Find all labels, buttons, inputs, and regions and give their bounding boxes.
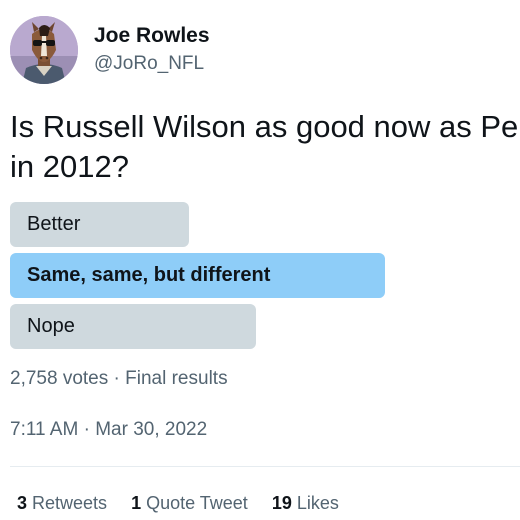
separator-dot: · [113, 368, 120, 389]
horse-character-avatar-icon [10, 16, 78, 84]
poll-option-label: Nope [27, 315, 75, 337]
tweet-timestamp[interactable]: 7:11 AM · Mar 30, 2022 [10, 419, 207, 441]
tweet-card: Joe Rowles @JoRo_NFL Is Russell Wilson a… [0, 0, 520, 520]
divider [10, 466, 520, 467]
timestamp-time: 7:11 AM [10, 419, 79, 440]
poll-option-label: Same, same, but different [27, 264, 271, 286]
quote-tweets-label: Quote Tweet [146, 493, 248, 513]
poll-vote-count: 2,758 votes [10, 368, 109, 389]
poll-option-label: Better [27, 213, 81, 235]
author-avatar[interactable] [10, 16, 78, 84]
engagement-stats: 3 Retweets 1 Quote Tweet 19 Likes [17, 493, 339, 514]
retweets-stat[interactable]: 3 Retweets [17, 493, 107, 514]
author-handle[interactable]: @JoRo_NFL [94, 53, 204, 75]
poll-option-same: Same, same, but different [10, 253, 385, 298]
poll-option-better: Better [10, 202, 189, 247]
poll-results-summary: 2,758 votes · Final results [10, 368, 228, 390]
poll-status: Final results [125, 368, 228, 389]
quote-tweets-stat[interactable]: 1 Quote Tweet [131, 493, 248, 514]
poll-option-nope: Nope [10, 304, 256, 349]
likes-label: Likes [296, 493, 339, 513]
separator-dot: · [83, 419, 90, 440]
author-display-name[interactable]: Joe Rowles [94, 24, 210, 48]
retweets-label: Retweets [32, 493, 108, 513]
likes-count: 19 [271, 493, 292, 513]
tweet-text-line: Is Russell Wilson as good now as Pe [10, 109, 519, 144]
likes-stat[interactable]: 19 Likes [272, 493, 339, 514]
retweets-count: 3 [17, 493, 28, 513]
timestamp-date: Mar 30, 2022 [95, 419, 208, 440]
quote-tweets-count: 1 [131, 493, 142, 513]
tweet-text-line: in 2012? [10, 149, 129, 184]
tweet-text: Is Russell Wilson as good now as Pe in 2… [10, 107, 520, 187]
